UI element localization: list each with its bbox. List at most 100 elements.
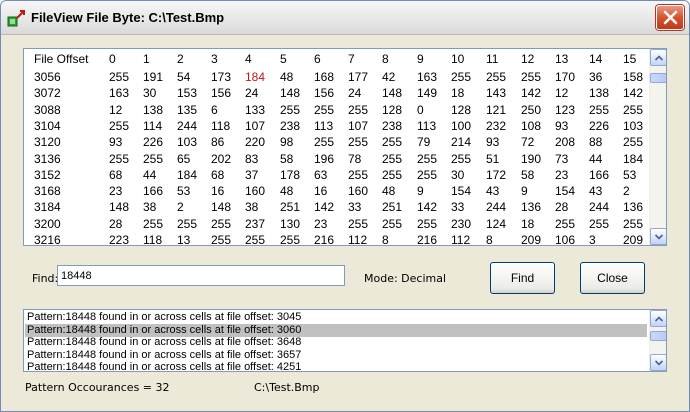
byte-cell[interactable]: 107 [348, 118, 368, 134]
byte-cell[interactable]: 255 [382, 151, 402, 167]
grid-row[interactable]: 3104 255 114 244 118 107 238 113 107 238 113 100 232… [24, 118, 649, 134]
byte-cell[interactable]: 160 [245, 183, 265, 199]
byte-cell[interactable]: 226 [143, 134, 163, 150]
byte-cell[interactable]: 255 [623, 102, 643, 118]
byte-cell[interactable]: 23 [314, 216, 327, 232]
find-button[interactable]: Find [490, 262, 555, 294]
byte-cell[interactable]: 255 [589, 102, 609, 118]
byte-cell[interactable]: 255 [348, 167, 368, 183]
byte-cell[interactable]: 250 [521, 102, 541, 118]
byte-cell[interactable]: 148 [211, 199, 231, 215]
byte-cell[interactable]: 184 [245, 69, 265, 85]
byte-cell[interactable]: 93 [109, 134, 122, 150]
byte-cell[interactable]: 142 [417, 199, 437, 215]
byte-cell[interactable]: 98 [280, 134, 293, 150]
grid-scroll-thumb[interactable] [650, 73, 666, 83]
byte-cell[interactable]: 255 [314, 102, 334, 118]
byte-cell[interactable]: 100 [451, 118, 471, 134]
byte-cell[interactable]: 238 [382, 118, 402, 134]
byte-cell[interactable]: 255 [348, 134, 368, 150]
byte-cell[interactable]: 73 [555, 151, 568, 167]
byte-cell[interactable]: 255 [623, 216, 643, 232]
byte-cell[interactable]: 44 [589, 151, 602, 167]
byte-cell[interactable]: 172 [486, 167, 506, 183]
column-header-8[interactable]: 8 [382, 51, 389, 67]
byte-cell[interactable]: 138 [589, 85, 609, 101]
byte-cell[interactable]: 156 [314, 85, 334, 101]
byte-cell[interactable]: 24 [348, 85, 361, 101]
byte-cell[interactable]: 255 [211, 232, 231, 245]
byte-cell[interactable]: 113 [314, 118, 333, 134]
byte-cell[interactable]: 255 [451, 151, 471, 167]
byte-cell[interactable]: 255 [486, 69, 506, 85]
byte-cell[interactable]: 63 [314, 167, 327, 183]
byte-cell[interactable]: 18 [451, 85, 464, 101]
byte-cell[interactable]: 148 [280, 85, 300, 101]
byte-cell[interactable]: 149 [417, 85, 437, 101]
byte-cell[interactable]: 124 [486, 216, 506, 232]
byte-cell[interactable]: 24 [245, 85, 258, 101]
byte-cell[interactable]: 9 [417, 183, 424, 199]
byte-cell[interactable]: 156 [211, 85, 231, 101]
byte-cell[interactable]: 191 [143, 69, 163, 85]
byte-cell[interactable]: 23 [555, 167, 568, 183]
byte-cell[interactable]: 65 [177, 151, 190, 167]
byte-cell[interactable]: 93 [486, 134, 499, 150]
column-header-7[interactable]: 7 [348, 51, 355, 67]
column-header-0[interactable]: 0 [109, 51, 116, 67]
byte-cell[interactable]: 255 [382, 216, 402, 232]
byte-cell[interactable]: 166 [589, 167, 609, 183]
byte-cell[interactable]: 214 [451, 134, 471, 150]
byte-cell[interactable]: 2 [177, 199, 184, 215]
byte-cell[interactable]: 13 [177, 232, 190, 245]
byte-cell[interactable]: 232 [486, 118, 506, 134]
byte-cell[interactable]: 103 [177, 134, 197, 150]
byte-cell[interactable]: 255 [245, 232, 265, 245]
column-header-14[interactable]: 14 [589, 51, 602, 67]
byte-cell[interactable]: 48 [280, 69, 293, 85]
byte-cell[interactable]: 88 [589, 134, 602, 150]
byte-cell[interactable]: 72 [521, 134, 534, 150]
byte-cell[interactable]: 255 [417, 167, 437, 183]
byte-cell[interactable]: 190 [521, 151, 541, 167]
find-input[interactable] [57, 265, 345, 286]
byte-cell[interactable]: 136 [623, 199, 643, 215]
grid-row[interactable]: 3136 255 255 65 202 83 58 196 78 255 255 255 51 190 73… [24, 151, 649, 167]
grid-row[interactable]: 3120 93 226 103 86 220 98 255 255 255 79 214 93 72 208… [24, 134, 649, 150]
byte-cell[interactable]: 163 [109, 85, 129, 101]
byte-cell[interactable]: 6 [211, 102, 218, 118]
results-scroll-down-button[interactable] [650, 354, 666, 371]
grid-row[interactable]: 3216 223 118 13 255 255 255 216 112 8 216 112 8 209 10… [24, 232, 649, 245]
column-header-15[interactable]: 15 [623, 51, 636, 67]
result-item[interactable]: Pattern:18448 found in or across cells a… [25, 311, 647, 324]
byte-cell[interactable]: 93 [555, 118, 568, 134]
byte-cell[interactable]: 112 [348, 232, 367, 245]
byte-cell[interactable]: 255 [109, 118, 129, 134]
column-header-13[interactable]: 13 [555, 51, 568, 67]
byte-cell[interactable]: 42 [382, 69, 395, 85]
byte-cell[interactable]: 154 [451, 183, 471, 199]
grid-row[interactable]: 3072 163 30 153 156 24 148 156 24 148 149 18 143 142 1… [24, 85, 649, 101]
byte-cell[interactable]: 48 [280, 183, 293, 199]
byte-cell[interactable]: 8 [382, 232, 389, 245]
byte-cell[interactable]: 43 [486, 183, 499, 199]
byte-cell[interactable]: 244 [486, 199, 506, 215]
byte-cell[interactable]: 170 [555, 69, 575, 85]
byte-cell[interactable]: 173 [211, 69, 231, 85]
byte-cell[interactable]: 23 [109, 183, 122, 199]
byte-cell[interactable]: 255 [382, 134, 402, 150]
grid-scrollbar[interactable] [649, 49, 666, 245]
column-header-11[interactable]: 11 [486, 51, 498, 67]
byte-cell[interactable]: 108 [521, 118, 541, 134]
byte-cell[interactable]: 18 [521, 216, 534, 232]
byte-cell[interactable]: 103 [623, 118, 643, 134]
byte-cell[interactable]: 16 [211, 183, 224, 199]
byte-cell[interactable]: 36 [589, 69, 602, 85]
byte-cell[interactable]: 255 [417, 216, 437, 232]
byte-cell[interactable]: 209 [521, 232, 541, 245]
byte-cell[interactable]: 30 [451, 167, 464, 183]
byte-cell[interactable]: 220 [245, 134, 265, 150]
byte-cell[interactable]: 143 [486, 85, 506, 101]
byte-cell[interactable]: 114 [143, 118, 162, 134]
byte-cell[interactable]: 255 [589, 216, 609, 232]
